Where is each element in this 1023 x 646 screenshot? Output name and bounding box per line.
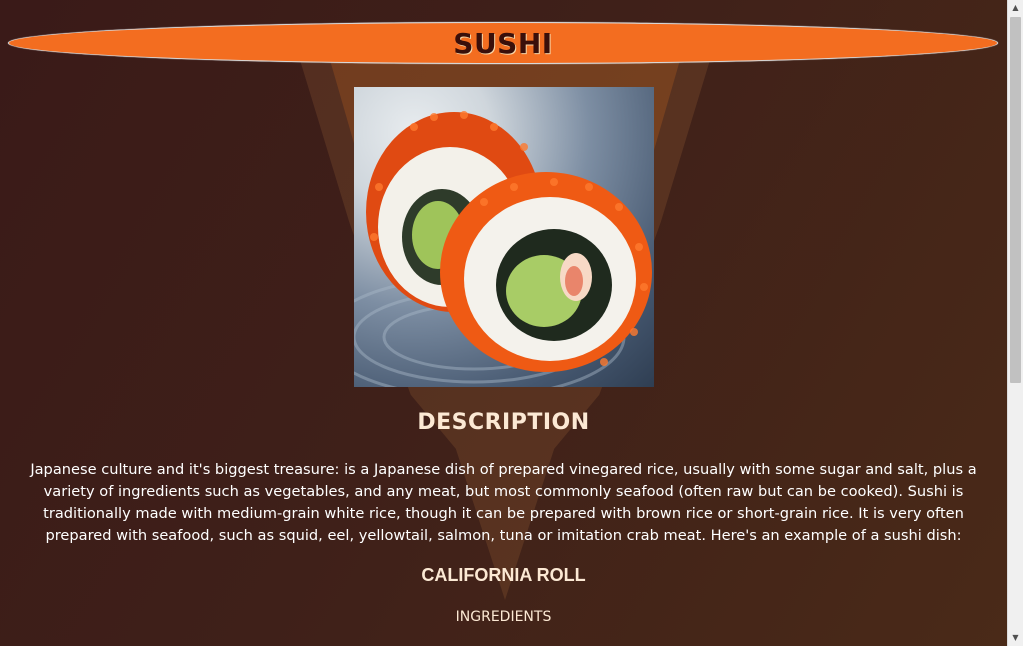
dish-name: CALIFORNIA ROLL [421, 565, 586, 585]
description-heading: DESCRIPTION [417, 410, 590, 435]
scroll-down-arrow-icon[interactable]: ▼ [1008, 630, 1023, 646]
ingredients-heading: INGREDIENTS [455, 609, 552, 625]
california-roll-photo [354, 87, 654, 387]
page-title: SUSHI [453, 26, 553, 60]
sushi-illustration [354, 111, 652, 387]
vertical-scrollbar[interactable]: ▲ ▼ [1007, 0, 1023, 646]
title-banner: SUSHI [8, 22, 998, 64]
description-text: Japanese culture and it's biggest treasu… [30, 461, 977, 544]
scroll-thumb[interactable] [1010, 17, 1021, 383]
scroll-up-arrow-icon[interactable]: ▲ [1008, 0, 1023, 16]
sushi-roll-front [440, 172, 652, 372]
